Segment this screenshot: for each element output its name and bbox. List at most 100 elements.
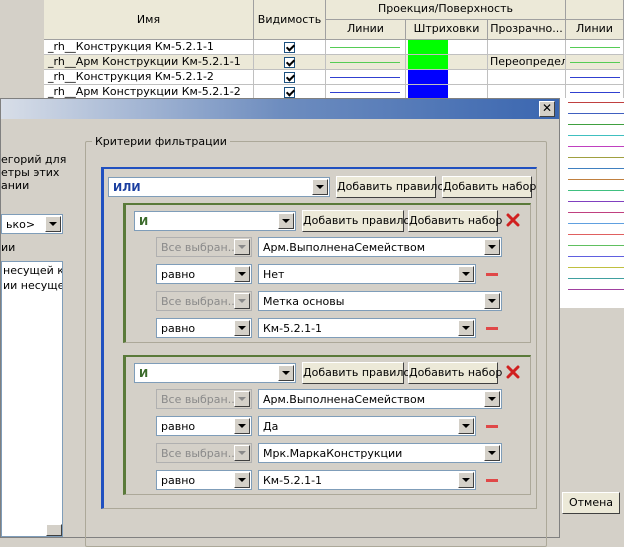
rule-parameter-combo[interactable]: Арм.ВыполненаСемейством: [258, 389, 502, 409]
set-operator-value: И: [139, 367, 149, 380]
rule-category-combo: Все выбран...: [156, 389, 252, 409]
row-hatch-cell[interactable]: [406, 70, 488, 85]
rule-operator-combo[interactable]: равно: [156, 264, 252, 284]
root-add-rule-button[interactable]: Добавить правило: [336, 176, 444, 198]
scroll-right-icon[interactable]: [46, 524, 62, 536]
line-sample: [330, 47, 400, 48]
chevron-down-icon[interactable]: [484, 391, 500, 407]
root-operator-combo[interactable]: ИЛИ: [108, 177, 330, 197]
row-right-lines-cell[interactable]: [566, 55, 624, 70]
row-transparency-cell[interactable]: [488, 70, 566, 85]
line-sample: [570, 77, 620, 78]
visibility-checkbox[interactable]: [284, 72, 295, 83]
column-header-right-group: [566, 0, 624, 20]
rule-value-combo[interactable]: Км-5.2.1-1: [258, 470, 476, 490]
row-right-lines-cell[interactable]: [566, 70, 624, 85]
filter-set: И Добавить правило Добавить набор Все вы…: [123, 355, 531, 495]
add-rule-button[interactable]: Добавить правило: [302, 210, 410, 232]
rule-operator-combo[interactable]: равно: [156, 416, 252, 436]
table-row[interactable]: _rh__Конструкция Км-5.2.1-2: [44, 70, 624, 85]
left-text-line: етры этих: [1, 166, 60, 179]
chevron-down-icon[interactable]: [234, 418, 250, 434]
rule-category-combo: Все выбран...: [156, 237, 252, 257]
visibility-checkbox[interactable]: [284, 57, 295, 68]
row-name: _rh__Конструкция Км-5.2.1-1: [44, 40, 254, 55]
filter-criteria-title: Критерии фильтрации: [95, 135, 227, 148]
list-item[interactable]: несущей конс: [2, 262, 62, 279]
list-item[interactable]: ии несущей к: [2, 279, 62, 292]
visibility-checkbox[interactable]: [284, 42, 295, 53]
background-left-strip: [0, 0, 44, 98]
row-visibility-cell: [254, 55, 326, 70]
left-filter-combo[interactable]: ько>: [1, 214, 63, 234]
row-hatch-cell[interactable]: [406, 55, 488, 70]
rule-operator-combo[interactable]: равно: [156, 318, 252, 338]
remove-rule-icon[interactable]: [486, 479, 498, 482]
remove-rule-icon[interactable]: [486, 273, 498, 276]
chevron-down-icon[interactable]: [458, 472, 474, 488]
line-sample: [570, 62, 620, 63]
chevron-down-icon[interactable]: [234, 472, 250, 488]
row-transparency-cell[interactable]: Переопределить: [488, 55, 566, 70]
column-header-visibility[interactable]: Видимость: [254, 0, 326, 40]
rule-parameter-combo[interactable]: Арм.ВыполненаСемейством: [258, 237, 502, 257]
column-header-lines-right[interactable]: Линии: [566, 20, 624, 40]
chevron-down-icon[interactable]: [234, 266, 250, 282]
delete-set-icon[interactable]: [506, 213, 520, 227]
line-sample: [568, 146, 624, 147]
column-header-projection: Проекция/Поверхность: [326, 0, 566, 20]
row-transparency-cell[interactable]: [488, 40, 566, 55]
table-row[interactable]: _rh__Конструкция Км-5.2.1-1: [44, 40, 624, 55]
rule-category-value: Все выбран...: [161, 447, 239, 460]
line-sample: [568, 135, 624, 136]
chevron-down-icon[interactable]: [484, 239, 500, 255]
line-sample: [568, 157, 624, 158]
set-operator-combo[interactable]: И: [134, 211, 296, 231]
cancel-button[interactable]: Отмена: [562, 492, 620, 514]
left-filter-combo-value: ько>: [6, 218, 36, 231]
rule-operator-combo[interactable]: равно: [156, 470, 252, 490]
add-set-button[interactable]: Добавить набор: [408, 210, 502, 232]
row-lines-cell[interactable]: [326, 55, 406, 70]
chevron-down-icon[interactable]: [234, 320, 250, 336]
line-sample: [568, 179, 624, 180]
rule-category-value: Все выбран...: [161, 295, 239, 308]
chevron-down-icon[interactable]: [484, 293, 500, 309]
chevron-down-icon[interactable]: [458, 418, 474, 434]
rule-value-combo[interactable]: Нет: [258, 264, 476, 284]
left-category-list[interactable]: несущей конс ии несущей к: [1, 261, 63, 537]
rule-value-combo[interactable]: Км-5.2.1-1: [258, 318, 476, 338]
column-header-name[interactable]: Имя: [44, 0, 254, 40]
add-rule-button[interactable]: Добавить правило: [302, 362, 410, 384]
column-header-transparency[interactable]: Прозрачно...: [488, 20, 566, 40]
rule-parameter-combo[interactable]: Мрк.МаркаКонструкции: [258, 443, 502, 463]
row-lines-cell[interactable]: [326, 70, 406, 85]
line-sample: [568, 223, 624, 224]
row-lines-cell[interactable]: [326, 40, 406, 55]
table-row[interactable]: _rh__Арм Конструкции Км-5.2.1-1 Переопре…: [44, 55, 624, 70]
column-header-lines[interactable]: Линии: [326, 20, 406, 40]
set-operator-combo[interactable]: И: [134, 363, 296, 383]
remove-rule-icon[interactable]: [486, 327, 498, 330]
chevron-down-icon[interactable]: [458, 320, 474, 336]
chevron-down-icon[interactable]: [278, 365, 294, 381]
rule-parameter-combo[interactable]: Метка основы: [258, 291, 502, 311]
rule-value-text: Км-5.2.1-1: [263, 322, 323, 335]
chevron-down-icon[interactable]: [458, 266, 474, 282]
row-right-lines-cell[interactable]: [566, 40, 624, 55]
delete-set-icon[interactable]: [506, 365, 520, 379]
close-icon[interactable]: ✕: [539, 101, 555, 117]
add-set-button[interactable]: Добавить набор: [408, 362, 502, 384]
chevron-down-icon[interactable]: [312, 179, 328, 195]
rule-value-combo[interactable]: Да: [258, 416, 476, 436]
remove-rule-icon[interactable]: [486, 425, 498, 428]
root-add-set-button[interactable]: Добавить набор: [442, 176, 536, 198]
chevron-down-icon[interactable]: [484, 445, 500, 461]
column-header-hatch[interactable]: Штриховки: [406, 20, 488, 40]
chevron-down-icon[interactable]: [278, 213, 294, 229]
rule-parameter-value: Арм.ВыполненаСемейством: [263, 393, 426, 406]
visibility-checkbox[interactable]: [284, 87, 295, 98]
chevron-down-icon[interactable]: [45, 216, 61, 232]
line-sample: [568, 190, 624, 191]
row-hatch-cell[interactable]: [406, 40, 488, 55]
